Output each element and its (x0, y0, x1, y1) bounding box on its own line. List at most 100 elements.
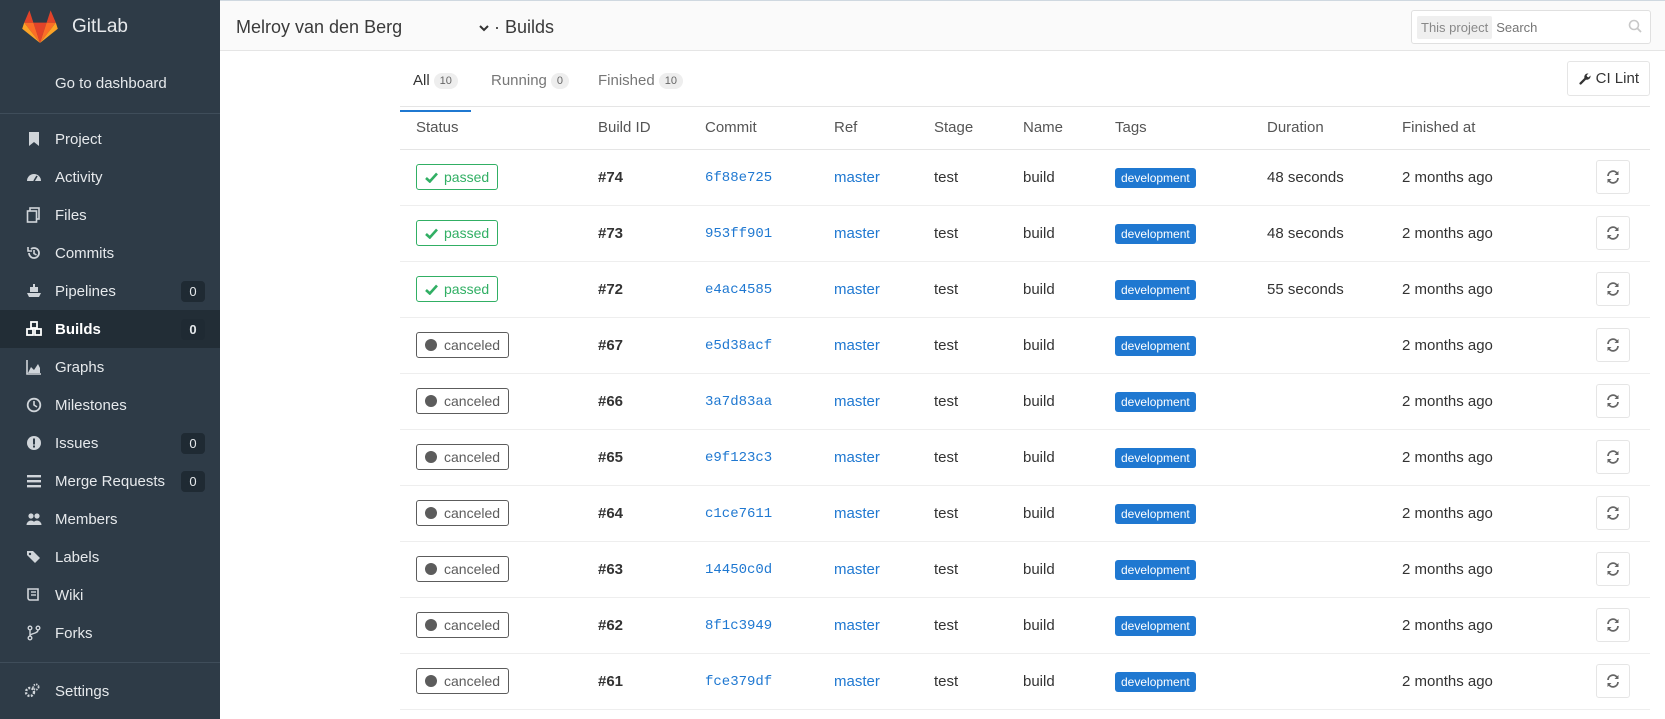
ref-link[interactable]: master (834, 673, 880, 690)
sidebar-item-project[interactable]: Project (0, 120, 220, 158)
sidebar-nav: Project Activity Files Commits Pipelines 0 Bui… (0, 114, 220, 652)
commit-link[interactable]: e9f123c3 (705, 450, 772, 466)
build-id-link[interactable]: #67 (598, 337, 623, 354)
status-badge[interactable]: canceled (416, 612, 510, 638)
sidebar-item-merge-requests[interactable]: Merge Requests 0 (0, 462, 220, 500)
retry-button[interactable] (1596, 440, 1630, 474)
commit-link[interactable]: 953ff901 (705, 226, 772, 242)
ref-cell: master (818, 149, 918, 206)
retry-button[interactable] (1596, 160, 1630, 194)
sidebar-item-label: Issues (55, 434, 99, 452)
commit-link[interactable]: 8f1c3949 (705, 618, 772, 634)
build-id-link[interactable]: #72 (598, 281, 623, 298)
status-badge[interactable]: canceled (416, 444, 510, 470)
commit-link[interactable]: c1ce7611 (705, 506, 772, 522)
tab-all[interactable]: All 10 (400, 72, 471, 112)
search-input[interactable] (1496, 19, 1627, 35)
sidebar-item-labels[interactable]: Labels (0, 538, 220, 576)
canceled-icon (425, 339, 437, 351)
build-id-link[interactable]: #65 (598, 449, 623, 466)
sidebar-item-label: Builds (55, 320, 101, 338)
status-badge[interactable]: passed (416, 220, 499, 246)
status-badge[interactable]: passed (416, 164, 499, 190)
column-header-status: Status (400, 107, 582, 150)
commit-link[interactable]: 6f88e725 (705, 170, 772, 186)
breadcrumb-group[interactable]: Melroy van den Berg (236, 17, 402, 38)
stage-cell: test (918, 373, 1007, 430)
build-id-link[interactable]: #62 (598, 617, 623, 634)
ref-link[interactable]: master (834, 337, 880, 354)
finished-at-cell: 2 months ago (1386, 373, 1580, 430)
commit-link[interactable]: fce379df (705, 674, 772, 690)
status-badge[interactable]: canceled (416, 388, 510, 414)
commit-cell: 3a7d83aa (689, 373, 818, 430)
build-id-link[interactable]: #74 (598, 169, 623, 186)
build-id-link[interactable]: #61 (598, 673, 623, 690)
sidebar-item-graphs[interactable]: Graphs (0, 348, 220, 386)
status-badge[interactable]: canceled (416, 668, 510, 694)
ci-lint-button[interactable]: CI Lint (1566, 61, 1650, 96)
sidebar-item-forks[interactable]: Forks (0, 614, 220, 652)
build-id-link[interactable]: #73 (598, 225, 623, 242)
ref-link[interactable]: master (834, 505, 880, 522)
clock-icon (24, 395, 44, 415)
ref-link[interactable]: master (834, 169, 880, 186)
tags-cell: development (1099, 429, 1251, 486)
sidebar-item-settings[interactable]: Settings (0, 663, 220, 719)
ref-link[interactable]: master (834, 449, 880, 466)
sidebar-item-wiki[interactable]: Wiki (0, 576, 220, 614)
sidebar-item-milestones[interactable]: Milestones (0, 386, 220, 424)
finished-at-cell: 2 months ago (1386, 261, 1580, 318)
status-badge[interactable]: canceled (416, 500, 510, 526)
ref-link[interactable]: master (834, 393, 880, 410)
ref-link[interactable]: master (834, 281, 880, 298)
status-badge[interactable]: canceled (416, 556, 510, 582)
retry-button[interactable] (1596, 216, 1630, 250)
commit-link[interactable]: 14450c0d (705, 562, 772, 578)
go-to-dashboard-link[interactable]: Go to dashboard (0, 54, 220, 114)
retry-button[interactable] (1596, 664, 1630, 698)
tab-finished[interactable]: Finished 10 (598, 72, 683, 89)
build-id-link[interactable]: #63 (598, 561, 623, 578)
ref-link[interactable]: master (834, 561, 880, 578)
retry-button[interactable] (1596, 384, 1630, 418)
status-badge[interactable]: canceled (416, 332, 510, 358)
ref-link[interactable]: master (834, 617, 880, 634)
tab-count-badge: 10 (433, 72, 458, 89)
sidebar-item-label: Members (55, 510, 118, 528)
retry-button[interactable] (1596, 496, 1630, 530)
sidebar-item-files[interactable]: Files (0, 196, 220, 234)
table-row: passed #73 953ff901 master test build developm… (400, 205, 1650, 262)
sidebar-item-activity[interactable]: Activity (0, 158, 220, 196)
sidebar-item-builds[interactable]: Builds 0 (0, 310, 220, 348)
sidebar-item-label: Pipelines (55, 282, 116, 300)
sidebar-item-label: Forks (55, 624, 93, 642)
finished-at-cell: 2 months ago (1386, 429, 1580, 486)
sidebar-item-pipelines[interactable]: Pipelines 0 (0, 272, 220, 310)
status-badge[interactable]: passed (416, 276, 499, 302)
commit-link[interactable]: e5d38acf (705, 338, 772, 354)
retry-button[interactable] (1596, 552, 1630, 586)
search-icon[interactable] (1628, 19, 1642, 33)
brand[interactable]: GitLab (0, 0, 220, 54)
retry-button[interactable] (1596, 272, 1630, 306)
commit-link[interactable]: 3a7d83aa (705, 394, 772, 410)
breadcrumb: · Builds (478, 17, 554, 38)
name-cell: build (1007, 541, 1099, 598)
commit-cell: 6f88e725 (689, 149, 818, 206)
name-cell: build (1007, 261, 1099, 318)
retry-button[interactable] (1596, 328, 1630, 362)
chevron-down-icon[interactable] (478, 23, 490, 33)
sidebar-item-issues[interactable]: Issues 0 (0, 424, 220, 462)
sidebar-item-commits[interactable]: Commits (0, 234, 220, 272)
build-id-link[interactable]: #64 (598, 505, 623, 522)
sidebar-item-members[interactable]: Members (0, 500, 220, 538)
ref-link[interactable]: master (834, 225, 880, 242)
search-scope-badge[interactable]: This project (1417, 15, 1493, 39)
tab-running[interactable]: Running 0 (491, 72, 570, 89)
build-id-link[interactable]: #66 (598, 393, 623, 410)
commit-link[interactable]: e4ac4585 (705, 282, 772, 298)
name-cell: build (1007, 205, 1099, 262)
retry-button[interactable] (1596, 608, 1630, 642)
sidebar-item-label: Milestones (55, 396, 127, 414)
